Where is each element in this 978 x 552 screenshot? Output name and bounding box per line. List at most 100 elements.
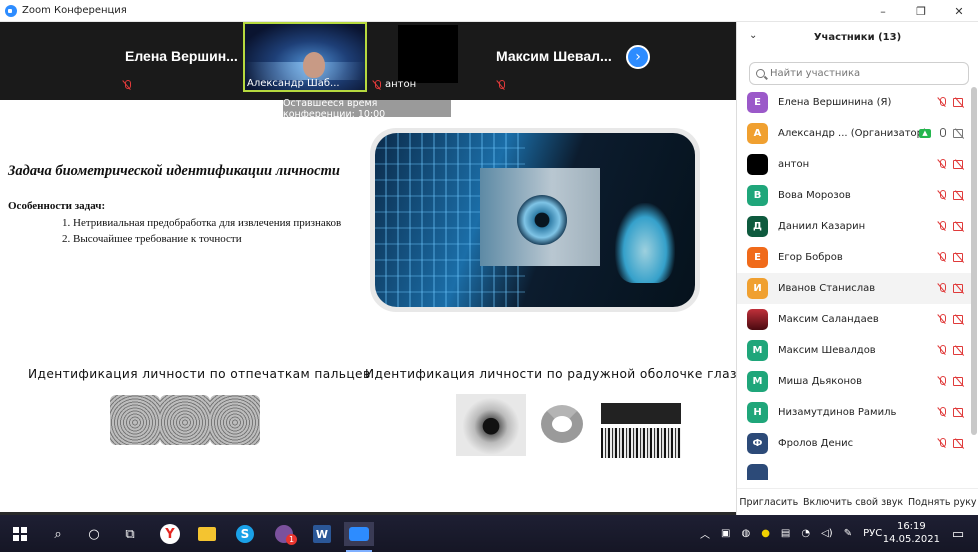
- zoom-window: Zoom Конференция – ❐ ✕ Елена Вершин... А…: [0, 0, 978, 552]
- shared-screen: Задача биометрической идентификации личн…: [0, 100, 744, 512]
- participant-name: Даниил Казарин: [778, 221, 866, 232]
- notifications-icon[interactable]: ▭: [946, 522, 970, 546]
- tray-app-icon[interactable]: ●: [761, 528, 770, 539]
- cortana-icon[interactable]: ○: [82, 522, 106, 546]
- participant-row[interactable]: Ф Фролов Денис: [737, 428, 971, 459]
- tray-app-icon[interactable]: ◍: [741, 528, 750, 539]
- slide-title: Задача биометрической идентификации личн…: [8, 163, 340, 179]
- avatar: М: [747, 371, 768, 392]
- fingerprint-image: [110, 395, 160, 445]
- video-tile-anton[interactable]: антон: [368, 22, 492, 92]
- iris-code: [601, 428, 681, 458]
- avatar: [747, 464, 768, 480]
- tray-app-icon[interactable]: ▤: [781, 528, 790, 539]
- minimize-button[interactable]: –: [864, 0, 902, 22]
- system-tray: ︿ ▣ ◍ ● ▤ ◔ ◁) ✎ РУС: [700, 515, 882, 552]
- eye-icon: [517, 195, 567, 245]
- participant-status: [937, 376, 965, 386]
- maximize-button[interactable]: ❐: [902, 0, 940, 22]
- task-view-icon[interactable]: ⧉: [118, 522, 142, 546]
- tray-app-icon[interactable]: ▣: [721, 528, 730, 539]
- participant-name: Фролов Денис: [778, 438, 854, 449]
- search-taskbar-icon[interactable]: ⌕: [46, 522, 70, 546]
- tile-name: Максим Шевал...: [496, 48, 612, 64]
- avatar: И: [747, 278, 768, 299]
- mic-muted-icon: [937, 159, 947, 169]
- video-strip: Елена Вершин... Александр Шаб... антон М…: [0, 22, 736, 100]
- participant-row[interactable]: Н Низамутдинов Рамиль: [737, 397, 971, 428]
- participant-row[interactable]: Д Даниил Казарин: [737, 211, 971, 242]
- zoom-taskbar-icon[interactable]: [344, 522, 374, 552]
- mic-muted-icon[interactable]: [937, 97, 947, 107]
- video-tile-alexander[interactable]: Александр Шаб...: [243, 22, 367, 92]
- word-icon[interactable]: W: [310, 522, 334, 546]
- video-tile-elena[interactable]: Елена Вершин...: [118, 22, 242, 92]
- language-indicator[interactable]: РУС: [863, 528, 882, 539]
- avatar-photo: [747, 309, 768, 330]
- participant-row[interactable]: Е Елена Вершинина (Я): [737, 87, 971, 118]
- close-button[interactable]: ✕: [940, 0, 978, 22]
- search-input[interactable]: [770, 68, 950, 79]
- yandex-browser-icon[interactable]: Y: [158, 522, 182, 546]
- start-button[interactable]: [8, 522, 32, 546]
- participant-row[interactable]: В Вова Морозов: [737, 180, 971, 211]
- file-explorer-icon[interactable]: [195, 522, 219, 546]
- window-controls: – ❐ ✕: [864, 0, 978, 22]
- scrollbar-thumb[interactable]: [971, 87, 977, 435]
- participant-row[interactable]: А Александр ... (Организатор) ▲: [737, 118, 971, 149]
- participants-title: Участники (13): [813, 31, 902, 43]
- participant-row[interactable]: М Максим Шевалдов: [737, 335, 971, 366]
- participant-row[interactable]: Е Егор Бобров: [737, 242, 971, 273]
- mic-muted-icon: [937, 438, 947, 448]
- participant-name: Низамутдинов Рамиль: [778, 407, 897, 418]
- tray-expand-icon[interactable]: ︿: [700, 526, 710, 541]
- tile-label: [122, 80, 132, 90]
- next-page-button[interactable]: ›: [626, 45, 650, 69]
- mic-muted-icon: [937, 190, 947, 200]
- participant-row[interactable]: М Миша Дьяконов: [737, 366, 971, 397]
- clock-date: 14.05.2021: [882, 534, 940, 545]
- viber-icon[interactable]: 1: [272, 522, 297, 546]
- clock[interactable]: 16:19 14.05.2021: [883, 520, 940, 546]
- participant-list: Е Елена Вершинина (Я) А Александр ... (О…: [737, 87, 978, 480]
- iris-caption: Идентификация личности по радужной оболо…: [365, 367, 745, 381]
- collapse-chevron-icon[interactable]: ⌄: [749, 30, 757, 41]
- avatar: [747, 154, 768, 175]
- features-title: Особенности задач:: [8, 200, 106, 212]
- video-off-icon[interactable]: [953, 97, 965, 107]
- participant-scrollbar[interactable]: [971, 87, 977, 480]
- participant-status: [937, 252, 965, 262]
- participant-name: Вова Морозов: [778, 190, 851, 201]
- participant-row[interactable]: Максим Саландаев: [737, 304, 971, 335]
- windows-taskbar: ⌕ ○ ⧉ Y S 1 W ︿ ▣ ◍ ● ▤ ◔ ◁) ✎ РУС 16:19…: [0, 515, 978, 552]
- pen-icon[interactable]: ✎: [844, 528, 852, 539]
- invite-button[interactable]: Пригласить: [739, 497, 798, 508]
- volume-icon[interactable]: ◁): [821, 528, 833, 539]
- clock-time: 16:19: [896, 521, 926, 532]
- participant-name: Александр ... (Организатор): [778, 128, 927, 139]
- participants-panel: ⌄ Участники (13) Е Елена Вершинина (Я) А…: [736, 22, 978, 515]
- mic-muted-icon: [937, 345, 947, 355]
- participant-row[interactable]: [737, 459, 971, 480]
- screen-share-icon: ▲: [919, 128, 931, 138]
- mic-on-icon: [937, 128, 947, 138]
- video-off-icon: [953, 252, 965, 262]
- video-off-icon: [953, 283, 965, 293]
- skype-icon[interactable]: S: [233, 522, 257, 546]
- window-title: Zoom Конференция: [22, 5, 127, 16]
- participant-name: Елена Вершинина (Я): [778, 97, 892, 108]
- fingerprint-image: [210, 395, 260, 445]
- participant-search[interactable]: [749, 62, 969, 85]
- fingerprint-image: [160, 395, 210, 445]
- raise-hand-button[interactable]: Поднять руку: [908, 497, 977, 508]
- participant-row[interactable]: антон: [737, 149, 971, 180]
- avatar: Е: [747, 92, 768, 113]
- network-icon[interactable]: ◔: [801, 528, 810, 539]
- participant-row[interactable]: И Иванов Станислав: [737, 273, 971, 304]
- tile-label: [496, 80, 506, 90]
- feature-item: 2. Высочайшее требование к точности: [62, 233, 242, 245]
- unmute-button[interactable]: Включить свой звук: [803, 497, 903, 508]
- video-tile-maxim[interactable]: Максим Шевал...: [492, 22, 618, 92]
- mic-muted-icon: [372, 79, 382, 90]
- avatar: Д: [747, 216, 768, 237]
